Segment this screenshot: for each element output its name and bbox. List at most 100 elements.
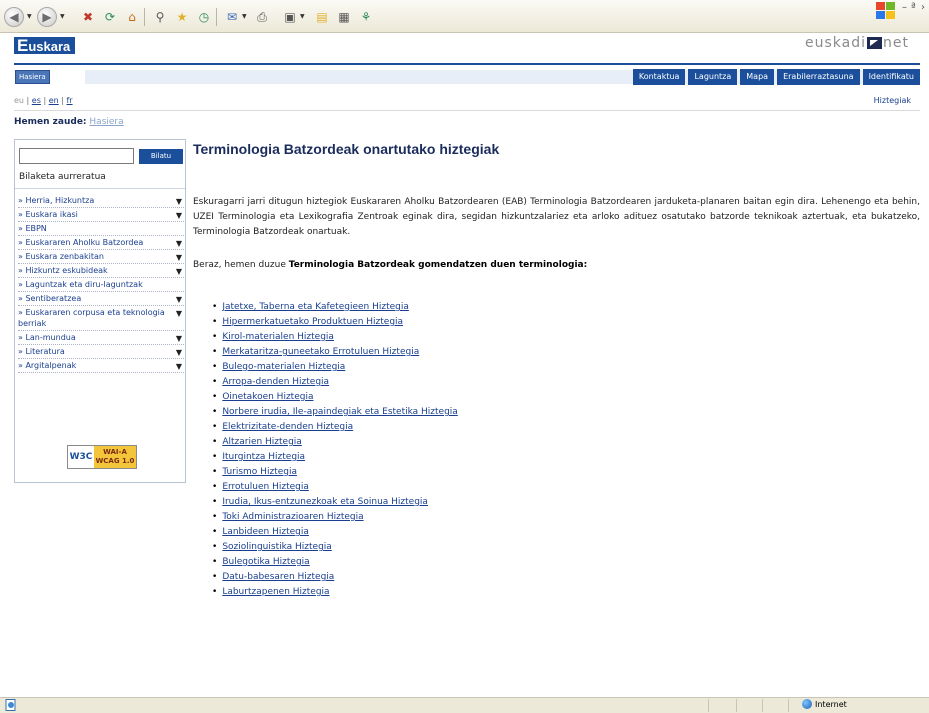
sidebar-menu: » Herria, Hizkuntza ▼ » Euskara ikasi ▼ » EB… xyxy=(18,194,184,373)
glossary-item: Bulego-materialen Hiztegia xyxy=(212,360,458,375)
sidebar-menu-item[interactable]: » Herria, Hizkuntza ▼ xyxy=(18,194,184,208)
glossary-item: Errotuluen Hiztegia xyxy=(212,480,458,495)
glossary-link[interactable]: Kirol-materialen Hiztegia xyxy=(222,332,334,342)
glossary-link[interactable]: Laburtzapenen Hiztegia xyxy=(222,587,329,597)
glossary-link[interactable]: Arropa-denden Hiztegia xyxy=(222,377,329,387)
research-icon[interactable]: ▦ xyxy=(334,7,354,27)
glossary-link[interactable]: Elektrizitate-denden Hiztegia xyxy=(222,422,353,432)
history-icon[interactable]: ◷ xyxy=(194,7,214,27)
edit-icon[interactable]: ▣ xyxy=(280,7,300,27)
folder-icon[interactable]: ▤ xyxy=(312,7,332,27)
favorites-icon[interactable]: ★ xyxy=(172,7,192,27)
breadcrumb-home[interactable]: Hasiera xyxy=(89,117,123,127)
status-cell xyxy=(708,699,709,712)
sidebar-menu-item[interactable]: » Argitalpenak ▼ xyxy=(18,359,184,373)
glossary-link[interactable]: Soziolinguistika Hiztegia xyxy=(222,542,332,552)
sidebar-menu-label: » Euskara zenbakitan xyxy=(18,252,104,261)
nav-mapa[interactable]: Mapa xyxy=(740,69,775,85)
sidebar-menu-item[interactable]: » Euskara ikasi ▼ xyxy=(18,208,184,222)
glossary-link[interactable]: Turismo Hiztegia xyxy=(222,467,297,477)
forward-icon[interactable]: ▶ xyxy=(37,7,57,27)
nav-identifikatu[interactable]: Identifikatu xyxy=(862,69,920,85)
glossary-item: Altzarien Hiztegia xyxy=(212,435,458,450)
nav-erabilerraztasuna[interactable]: Erabilerraztasuna xyxy=(777,69,860,85)
expand-arrow-icon[interactable]: ▼ xyxy=(176,210,182,221)
glossary-link[interactable]: Norbere irudia, Ile-apaindegiak eta Este… xyxy=(222,407,458,417)
hiztegiak-link[interactable]: Hiztegiak xyxy=(874,96,911,105)
minimize-icon[interactable]: – xyxy=(902,2,907,13)
expand-arrow-icon[interactable]: ▼ xyxy=(176,238,182,249)
glossary-item: Laburtzapenen Hiztegia xyxy=(212,585,458,600)
search-input[interactable] xyxy=(19,148,134,164)
expand-arrow-icon[interactable]: ▼ xyxy=(176,294,182,305)
glossary-item: Merkataritza-guneetako Errotuluen Hizteg… xyxy=(212,345,458,360)
glossary-link[interactable]: Iturgintza Hiztegia xyxy=(222,452,305,462)
glossary-link[interactable]: Datu-babesaren Hiztegia xyxy=(222,572,334,582)
glossary-item: Iturgintza Hiztegia xyxy=(212,450,458,465)
glossary-link[interactable]: Toki Administrazioaren Hiztegia xyxy=(222,512,363,522)
glossary-link[interactable]: Jatetxe, Taberna eta Kafetegieen Hiztegi… xyxy=(222,302,409,312)
refresh-icon[interactable]: ⟳ xyxy=(100,7,120,27)
advanced-search-link[interactable]: Bilaketa aurreratua xyxy=(19,172,106,182)
nav-kontaktua[interactable]: Kontaktua xyxy=(632,69,686,85)
site-header: Euskara euskadi net xyxy=(0,33,929,64)
stop-icon[interactable]: ✖ xyxy=(78,7,98,27)
glossary-link[interactable]: Lanbideen Hiztegia xyxy=(222,527,309,537)
glossary-item: Hipermerkatuetako Produktuen Hiztegia xyxy=(212,315,458,330)
glossary-link[interactable]: Hipermerkatuetako Produktuen Hiztegia xyxy=(222,317,403,327)
glossary-link[interactable]: Altzarien Hiztegia xyxy=(222,437,302,447)
glossary-item: Arropa-denden Hiztegia xyxy=(212,375,458,390)
messenger-icon[interactable]: ⚘ xyxy=(356,7,376,27)
sidebar-menu-item[interactable]: » Euskararen Aholku Batzordea ▼ xyxy=(18,236,184,250)
brand-square-icon xyxy=(867,37,883,49)
restore-icon[interactable]: ª xyxy=(911,2,916,13)
expand-arrow-icon[interactable]: ▼ xyxy=(176,252,182,263)
glossary-item: Turismo Hiztegia xyxy=(212,465,458,480)
glossary-link[interactable]: Bulegotika Hiztegia xyxy=(222,557,309,567)
logo-initial: E xyxy=(17,36,29,55)
expand-arrow-icon[interactable]: ▼ xyxy=(176,308,182,319)
sidebar-menu-item[interactable]: » EBPN xyxy=(18,222,184,236)
sidebar: Bilatu Bilaketa aurreratua » Herria, Hiz… xyxy=(14,139,186,483)
close-icon[interactable]: › xyxy=(921,2,925,13)
nav-laguntza[interactable]: Laguntza xyxy=(688,69,738,85)
home-nav-button[interactable]: Hasiera xyxy=(15,70,50,84)
glossary-link[interactable]: Merkataritza-guneetako Errotuluen Hizteg… xyxy=(222,347,419,357)
expand-arrow-icon[interactable]: ▼ xyxy=(176,347,182,358)
search-button[interactable]: Bilatu xyxy=(139,149,183,164)
expand-arrow-icon[interactable]: ▼ xyxy=(176,333,182,344)
sidebar-menu-item[interactable]: » Literatura ▼ xyxy=(18,345,184,359)
euskadinet-logo[interactable]: euskadi net xyxy=(805,35,909,51)
sidebar-menu-item[interactable]: » Hizkuntz eskubideak ▼ xyxy=(18,264,184,278)
back-icon[interactable]: ◀ xyxy=(4,7,24,27)
sidebar-menu-item[interactable]: » Laguntzak eta diru-laguntzak xyxy=(18,278,184,292)
search-icon[interactable]: ⚲ xyxy=(150,7,170,27)
mail-icon[interactable]: ✉ xyxy=(222,7,242,27)
lang-fr[interactable]: fr xyxy=(66,96,72,105)
wai-badge[interactable]: W3C WAI-A WCAG 1.0 xyxy=(67,445,137,469)
sidebar-menu-item[interactable]: » Sentiberatzea ▼ xyxy=(18,292,184,306)
glossary-link[interactable]: Irudia, Ikus-entzunezkoak eta Soinua Hiz… xyxy=(222,497,428,507)
sidebar-menu-label: » Euskararen corpusa eta teknologia berr… xyxy=(18,308,165,328)
sidebar-menu-item[interactable]: » Lan-mundua ▼ xyxy=(18,331,184,345)
expand-arrow-icon[interactable]: ▼ xyxy=(176,196,182,207)
edit-dropdown-icon[interactable]: ▼ xyxy=(300,13,305,20)
lang-en[interactable]: en xyxy=(49,96,59,105)
home-icon[interactable]: ⌂ xyxy=(122,7,142,27)
euskara-logo[interactable]: Euskara xyxy=(14,36,76,55)
glossary-link[interactable]: Errotuluen Hiztegia xyxy=(222,482,309,492)
print-icon[interactable]: ⎙ xyxy=(252,7,272,27)
forward-dropdown-icon[interactable]: ▼ xyxy=(60,13,65,20)
sidebar-menu-label: » Euskara ikasi xyxy=(18,210,78,219)
back-dropdown-icon[interactable]: ▼ xyxy=(27,13,32,20)
mail-dropdown-icon[interactable]: ▼ xyxy=(242,13,247,20)
expand-arrow-icon[interactable]: ▼ xyxy=(176,266,182,277)
glossary-link[interactable]: Oinetakoen Hiztegia xyxy=(222,392,313,402)
glossary-link[interactable]: Bulego-materialen Hiztegia xyxy=(222,362,345,372)
header-rule xyxy=(14,63,920,65)
toolbar-separator xyxy=(144,8,145,26)
expand-arrow-icon[interactable]: ▼ xyxy=(176,361,182,372)
lang-es[interactable]: es xyxy=(32,96,41,105)
sidebar-menu-item[interactable]: » Euskara zenbakitan ▼ xyxy=(18,250,184,264)
sidebar-menu-item[interactable]: » Euskararen corpusa eta teknologia berr… xyxy=(18,306,184,331)
